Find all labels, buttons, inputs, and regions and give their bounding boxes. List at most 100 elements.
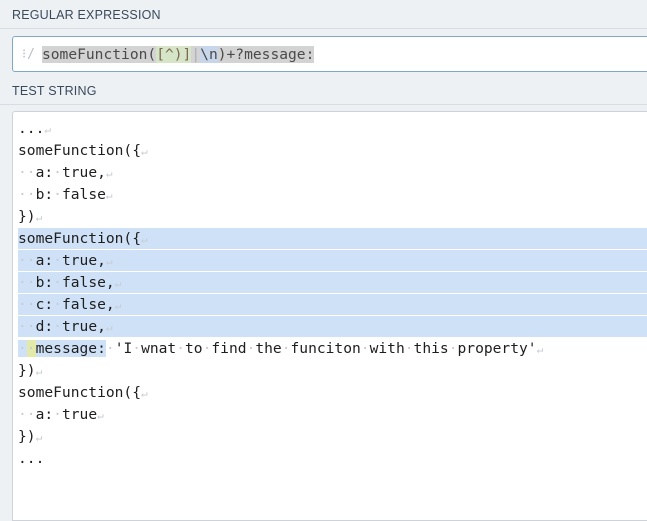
test-line: ··a:·true↵	[18, 404, 647, 426]
space-marker: ·	[18, 274, 27, 291]
test-line: ··d:·true,↵	[18, 316, 647, 338]
return-icon: ↵	[114, 277, 122, 290]
space-marker: ·	[26, 164, 36, 181]
line-text: someFunction({	[18, 230, 142, 247]
space-marker: ·	[53, 252, 62, 269]
line-text: true,	[61, 164, 106, 181]
line-text: })	[18, 362, 36, 379]
line-text: to	[185, 340, 203, 357]
line-text: find	[211, 340, 247, 357]
line-content: })↵	[18, 362, 42, 379]
line-text: true,	[61, 318, 106, 335]
space-marker: ·	[404, 340, 414, 357]
test-line: someFunction({↵	[18, 382, 647, 404]
line-text: })	[18, 208, 36, 225]
test-line: someFunction({↵	[18, 140, 647, 162]
return-icon: ↵	[97, 409, 104, 422]
line-text: true	[61, 406, 98, 423]
space-marker: ·	[18, 340, 27, 357]
return-icon: ↵	[105, 321, 113, 334]
space-marker: ·	[18, 318, 27, 335]
space-marker: ·	[26, 296, 36, 313]
test-line: })↵	[18, 206, 647, 228]
return-icon: ↵	[35, 431, 43, 444]
line-text: funciton	[290, 340, 361, 357]
line-text: true,	[61, 252, 106, 269]
space-marker: ·	[360, 340, 370, 357]
space-marker: ·	[26, 340, 36, 357]
return-icon: ↵	[35, 211, 43, 224]
test-line: ...↵	[18, 118, 647, 140]
line-text: the	[255, 340, 282, 357]
space-marker: ·	[53, 186, 62, 203]
line-content: ··a:·true,↵	[18, 164, 113, 181]
line-text: a:	[35, 252, 54, 269]
line-content: ··message:·'I·wnat·to·find·the·funciton·…	[18, 340, 543, 357]
regex-escape: \n	[200, 45, 218, 63]
test-line: ··a:·true,↵	[18, 162, 647, 184]
regex-alternation: |	[191, 45, 201, 63]
regex-section-label: REGULAR EXPRESSION	[12, 8, 161, 22]
line-content: ··d:·true,↵	[18, 318, 113, 335]
space-marker: ·	[18, 296, 27, 313]
test-line: someFunction({↵	[18, 228, 647, 250]
test-line: })↵	[18, 360, 647, 382]
space-marker: ·	[18, 164, 27, 181]
match-highlight: ··message:	[18, 340, 106, 357]
test-string-section-label: TEST STRING	[12, 84, 97, 98]
return-icon: ↵	[141, 387, 148, 400]
line-text: a:	[35, 164, 54, 181]
line-text: message:	[35, 340, 106, 357]
space-marker: ·	[132, 340, 142, 357]
regex-delimiter-icon: ⁝/	[22, 46, 36, 62]
line-content: ··b:·false,↵	[18, 274, 121, 291]
divider	[0, 28, 647, 29]
space-marker: ·	[26, 186, 36, 203]
return-icon: ↵	[141, 233, 148, 246]
line-content: })↵	[18, 208, 42, 225]
return-icon: ↵	[105, 189, 113, 202]
line-content: someFunction({↵	[18, 142, 148, 159]
space-marker: ·	[26, 252, 36, 269]
space-marker: ·	[105, 340, 115, 357]
space-marker: ·	[53, 406, 62, 423]
test-line: })↵	[18, 426, 647, 448]
return-icon: ↵	[114, 299, 122, 312]
line-text: false	[61, 186, 106, 203]
regex-part: someFunction(	[41, 45, 157, 63]
line-text: false,	[61, 296, 115, 313]
space-marker: ·	[53, 274, 62, 291]
line-content: ··a:·true,↵	[18, 252, 113, 269]
space-marker: ·	[53, 318, 62, 335]
line-text: ...	[18, 450, 45, 467]
line-text: b:	[35, 186, 54, 203]
regex-text[interactable]: someFunction([^)]|\n)+?message:	[41, 45, 315, 63]
space-marker: ·	[26, 274, 36, 291]
divider	[0, 104, 647, 105]
regex-input[interactable]: ⁝/ someFunction([^)]|\n)+?message:	[12, 36, 647, 72]
return-icon: ↵	[105, 167, 113, 180]
test-line: ··message:·'I·wnat·to·find·the·funciton·…	[18, 338, 647, 360]
test-string-lines[interactable]: ...↵ someFunction({↵ ··a:·true,↵ ··b:·false…	[18, 118, 647, 470]
line-content: ··c:·false,↵	[18, 296, 121, 313]
regex-part: )+?message:	[217, 45, 315, 63]
line-text: false,	[61, 274, 115, 291]
space-marker: ·	[281, 340, 291, 357]
space-marker: ·	[176, 340, 186, 357]
return-icon: ↵	[35, 365, 43, 378]
test-line: ...	[18, 448, 647, 470]
space-marker: ·	[26, 406, 36, 423]
line-content: })↵	[18, 428, 42, 445]
return-icon: ↵	[141, 145, 148, 158]
test-line: ··b:·false,↵	[18, 272, 647, 294]
line-content: ...↵	[18, 120, 51, 137]
line-text: with	[369, 340, 405, 357]
line-text: a:	[35, 406, 54, 423]
test-line: ··a:·true,↵	[18, 250, 647, 272]
return-icon: ↵	[105, 255, 113, 268]
line-text: someFunction({	[18, 142, 142, 159]
line-content: ··b:·false↵	[18, 186, 113, 203]
test-line: ··b:·false↵	[18, 184, 647, 206]
line-text: c:	[35, 296, 54, 313]
space-marker: ·	[448, 340, 458, 357]
